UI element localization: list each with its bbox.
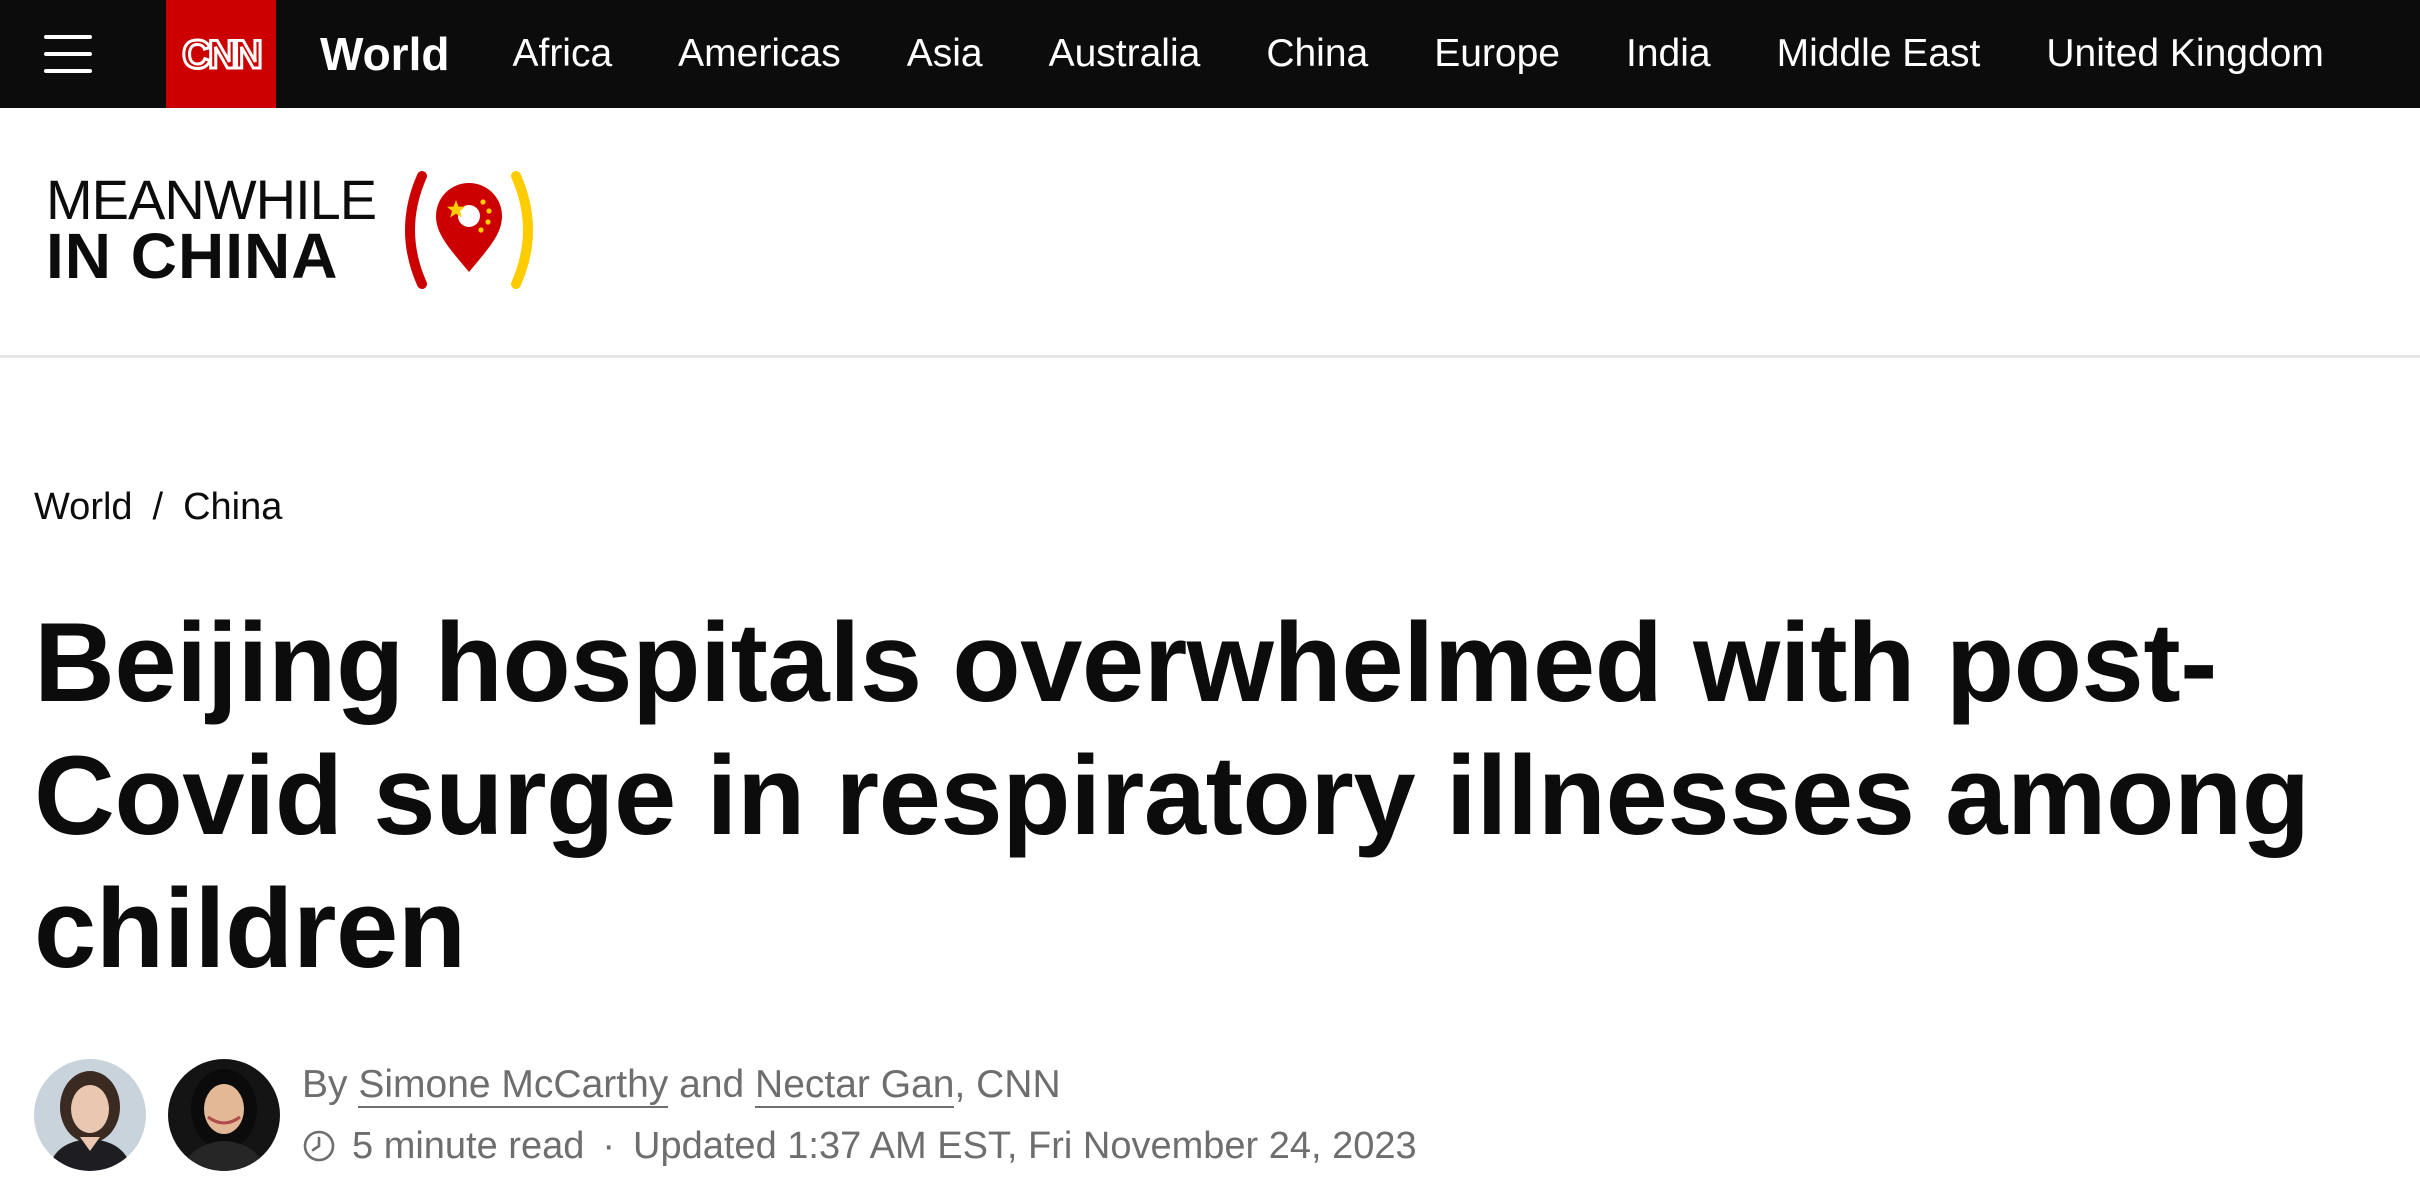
byline: By Simone McCarthy and Nectar Gan, CNN 5… <box>34 1056 1417 1174</box>
byline-authors: By Simone McCarthy and Nectar Gan, CNN <box>302 1056 1417 1114</box>
location-pin-china-flag-icon <box>405 171 534 289</box>
nav-section-world[interactable]: World <box>320 27 449 81</box>
author-photo-1 <box>34 1059 146 1171</box>
meanwhile-in-china-logo[interactable]: MEANWHILE IN CHINA <box>46 170 544 290</box>
updated-timestamp: Updated 1:37 AM EST, Fri November 24, 20… <box>633 1125 1417 1167</box>
meta-separator: · <box>602 1125 616 1167</box>
nav-links: Africa Americas Asia Australia China Eur… <box>479 32 2356 76</box>
section-banner: MEANWHILE IN CHINA <box>0 108 2420 358</box>
svg-text:CNN: CNN <box>182 33 261 77</box>
breadcrumb-china[interactable]: China <box>183 486 282 529</box>
clock-icon <box>302 1129 336 1163</box>
byline-text: By Simone McCarthy and Nectar Gan, CNN 5… <box>302 1056 1417 1174</box>
breadcrumb-world[interactable]: World <box>34 486 133 529</box>
nav-link-australia[interactable]: Australia <box>1016 32 1234 76</box>
nav-link-asia[interactable]: Asia <box>874 32 1016 76</box>
avatar-simone-mccarthy[interactable] <box>34 1059 146 1171</box>
logo-line-2: IN CHINA <box>46 220 339 292</box>
read-time: 5 minute read <box>352 1125 585 1167</box>
nav-link-africa[interactable]: Africa <box>479 32 645 76</box>
nav-link-europe[interactable]: Europe <box>1401 32 1593 76</box>
nav-link-middle-east[interactable]: Middle East <box>1744 32 2014 76</box>
cnn-logo[interactable]: CNN <box>166 0 276 108</box>
breadcrumb-separator: / <box>152 486 164 528</box>
article-headline: Beijing hospitals overwhelmed with post-… <box>34 600 2310 991</box>
nav-link-united-kingdom[interactable]: United Kingdom <box>2013 32 2357 76</box>
author-link-nectar-gan[interactable]: Nectar Gan <box>755 1063 955 1108</box>
breadcrumb: World / China <box>34 486 282 529</box>
author-link-simone-mccarthy[interactable]: Simone McCarthy <box>358 1063 669 1108</box>
top-nav: CNN World Africa Americas Asia Australia… <box>0 0 2420 108</box>
logo-wordmark: MEANWHILE IN CHINA <box>46 172 377 292</box>
byline-outlet: , CNN <box>954 1063 1061 1106</box>
menu-icon[interactable] <box>0 0 166 108</box>
nav-link-china[interactable]: China <box>1233 32 1401 76</box>
author-photo-2 <box>168 1059 280 1171</box>
article-meta: 5 minute read · Updated 1:37 AM EST, Fri… <box>302 1118 1417 1174</box>
cnn-logo-mark: CNN <box>181 32 266 79</box>
nav-link-india[interactable]: India <box>1593 32 1744 76</box>
byline-and: and <box>679 1063 756 1106</box>
byline-prefix: By <box>302 1063 359 1106</box>
avatar-nectar-gan[interactable] <box>168 1059 280 1171</box>
nav-link-americas[interactable]: Americas <box>645 32 874 76</box>
